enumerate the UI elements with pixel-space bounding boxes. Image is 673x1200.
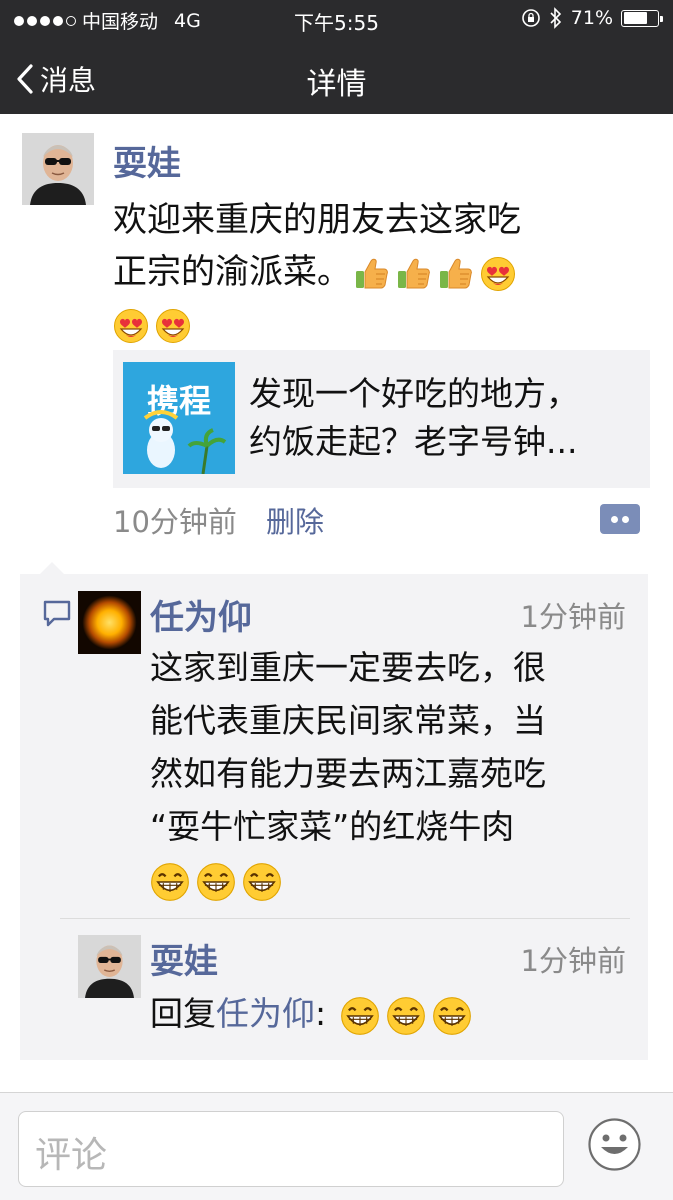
comment-action-button[interactable] xyxy=(600,504,640,534)
grin-icon xyxy=(150,862,190,902)
comment-emoji-line xyxy=(150,853,630,906)
comment-time: 1分钟前 xyxy=(520,944,626,978)
post-time: 10分钟前 xyxy=(113,505,237,539)
comment-text: 这家到重庆一定要去吃，很 能代表重庆民间家常菜，当 然如有能力要去两江嘉苑吃 “… xyxy=(150,641,630,906)
post-text-line: 欢迎来重庆的朋友去这家吃 xyxy=(113,200,521,240)
thumbs-up-icon xyxy=(354,256,390,292)
grin-icon xyxy=(386,996,426,1036)
battery-icon xyxy=(621,9,663,27)
avatar[interactable] xyxy=(22,133,94,205)
shared-link-card[interactable]: 携程 发现一个好吃的地方， 约饭走起？老字号钟... xyxy=(113,350,650,488)
comment-text: 回复任为仰: xyxy=(150,987,630,1040)
link-text: 发现一个好吃的地方， 约饭走起？老字号钟... xyxy=(249,370,639,466)
avatar-image xyxy=(78,935,141,998)
grin-icon xyxy=(196,862,236,902)
link-text-line: 发现一个好吃的地方， xyxy=(249,374,579,413)
comment-text-line: 这家到重庆一定要去吃，很 xyxy=(150,648,546,687)
battery-fill xyxy=(623,12,647,24)
comment-text-line: “耍牛忙家菜”的红烧牛肉 xyxy=(150,807,515,846)
page-title: 详情 xyxy=(306,67,367,102)
nav-bar: 消息 详情 xyxy=(0,40,673,114)
status-right: 71% xyxy=(521,7,663,29)
bluetooth-icon xyxy=(550,7,561,29)
heart-eyes-icon xyxy=(480,256,516,292)
grin-icon xyxy=(432,996,472,1036)
battery-percent: 71% xyxy=(570,7,613,29)
rotation-lock-icon xyxy=(521,9,540,27)
comment-input-bar: 评论 xyxy=(0,1092,673,1200)
grin-icon xyxy=(340,996,380,1036)
reply-colon: : xyxy=(315,994,327,1033)
reply-to-name[interactable]: 任为仰 xyxy=(216,994,315,1033)
link-text-line: 约饭走起？老字号钟... xyxy=(249,422,578,461)
post-author[interactable]: 耍娃 xyxy=(113,136,181,185)
heart-eyes-icon xyxy=(113,308,149,344)
thumbs-up-icon xyxy=(396,256,432,292)
reply-prefix: 回复 xyxy=(150,994,216,1033)
comment-input[interactable]: 评论 xyxy=(18,1111,564,1187)
comment-icon xyxy=(43,600,71,627)
link-thumbnail: 携程 xyxy=(123,362,235,474)
thumbs-up-icon xyxy=(438,256,474,292)
post-text-line xyxy=(113,298,653,350)
comment-author[interactable]: 任为仰 xyxy=(150,590,252,639)
comment-text-line: 然如有能力要去两江嘉苑吃 xyxy=(150,754,546,793)
avatar[interactable] xyxy=(78,935,141,998)
status-bar: 中国移动 4G 下午5:55 71% xyxy=(0,0,673,40)
avatar[interactable] xyxy=(78,591,141,654)
avatar-image xyxy=(22,133,94,205)
mascot-icon xyxy=(143,410,227,474)
delete-button[interactable]: 删除 xyxy=(266,499,324,541)
comment-time: 1分钟前 xyxy=(520,600,626,634)
post-text-line2: 正宗的渝派菜。 xyxy=(113,252,351,292)
avatar-image xyxy=(78,591,141,654)
post-text: 欢迎来重庆的朋友去这家吃 正宗的渝派菜。 xyxy=(113,194,653,350)
grin-icon xyxy=(242,862,282,902)
heart-eyes-icon xyxy=(155,308,191,344)
comment-author[interactable]: 耍娃 xyxy=(150,934,218,983)
comment-divider xyxy=(60,918,630,919)
emoji-button[interactable] xyxy=(587,1117,642,1172)
post-text-line: 正宗的渝派菜。 xyxy=(113,246,653,298)
comment-text-line: 能代表重庆民间家常菜，当 xyxy=(150,701,546,740)
